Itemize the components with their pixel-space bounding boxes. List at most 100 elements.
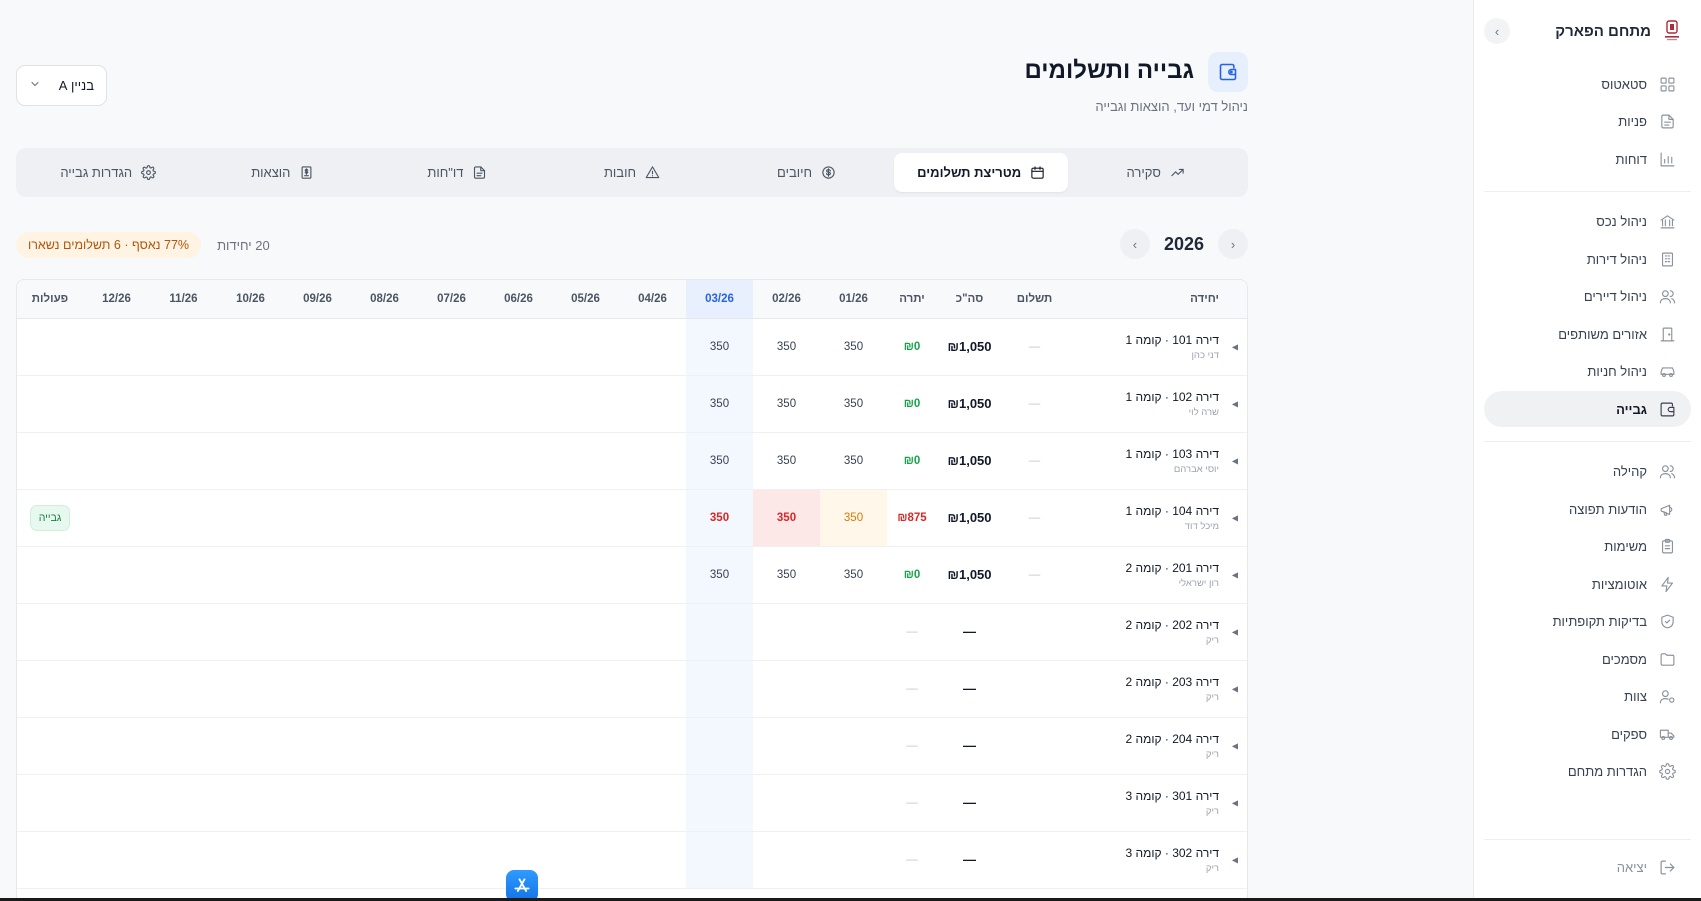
- month-cell[interactable]: 350: [753, 318, 820, 376]
- month-cell[interactable]: [686, 660, 753, 718]
- month-cell[interactable]: [217, 318, 284, 376]
- month-cell[interactable]: [150, 831, 217, 889]
- month-cell[interactable]: [820, 603, 887, 661]
- month-cell[interactable]: [83, 375, 150, 433]
- previous-year-button[interactable]: ‹: [1218, 229, 1248, 259]
- building-select[interactable]: בניין A: [16, 65, 107, 106]
- sidebar-item-clipboard[interactable]: משימות: [1484, 529, 1691, 565]
- tab-receipt[interactable]: הוצאות: [196, 153, 371, 192]
- sidebar-item-door[interactable]: אזורים משותפים: [1484, 316, 1691, 352]
- month-cell[interactable]: [351, 831, 418, 889]
- month-cell[interactable]: 350: [820, 375, 887, 433]
- sidebar-item-truck[interactable]: ספקים: [1484, 716, 1691, 752]
- month-cell[interactable]: [619, 831, 686, 889]
- expand-row-icon[interactable]: ◀: [1232, 399, 1238, 408]
- tab-gear[interactable]: הגדרות גבייה: [21, 153, 196, 192]
- month-cell[interactable]: [284, 717, 351, 775]
- tab-dollar-circle[interactable]: חיובים: [719, 153, 894, 192]
- month-cell[interactable]: [485, 660, 552, 718]
- sidebar-item-bar-chart[interactable]: דוחות: [1484, 141, 1691, 177]
- month-cell[interactable]: [619, 774, 686, 832]
- sidebar-collapse-button[interactable]: ›: [1484, 18, 1510, 44]
- month-cell[interactable]: [351, 432, 418, 490]
- table-row[interactable]: ◀ דירה 202 · קומה 2 ריק — —: [17, 603, 1247, 661]
- month-cell[interactable]: [686, 717, 753, 775]
- month-cell[interactable]: 350: [753, 375, 820, 433]
- month-cell[interactable]: [418, 831, 485, 889]
- month-cell[interactable]: [150, 318, 217, 376]
- month-cell[interactable]: [217, 660, 284, 718]
- month-cell[interactable]: [820, 774, 887, 832]
- month-cell[interactable]: [217, 717, 284, 775]
- expand-row-icon[interactable]: ◀: [1232, 798, 1238, 807]
- month-cell[interactable]: [150, 375, 217, 433]
- month-cell[interactable]: [351, 489, 418, 547]
- month-cell[interactable]: [351, 660, 418, 718]
- sidebar-item-grid[interactable]: סטאטוס: [1484, 66, 1691, 102]
- month-cell[interactable]: [284, 489, 351, 547]
- month-cell[interactable]: [619, 375, 686, 433]
- month-cell[interactable]: [485, 603, 552, 661]
- month-cell[interactable]: [619, 318, 686, 376]
- month-cell[interactable]: [150, 489, 217, 547]
- month-cell[interactable]: [351, 774, 418, 832]
- tab-warning[interactable]: חובות: [545, 153, 720, 192]
- collect-button[interactable]: גבייה: [29, 504, 71, 531]
- month-cell[interactable]: 350: [820, 432, 887, 490]
- month-cell[interactable]: [552, 489, 619, 547]
- month-cell[interactable]: [820, 717, 887, 775]
- month-cell[interactable]: 350: [753, 432, 820, 490]
- expand-row-icon[interactable]: ◀: [1232, 513, 1238, 522]
- month-cell[interactable]: [619, 660, 686, 718]
- month-cell[interactable]: [619, 546, 686, 604]
- table-row[interactable]: ◀ דירה 203 · קומה 2 ריק — —: [17, 660, 1247, 718]
- month-cell[interactable]: [83, 717, 150, 775]
- month-cell[interactable]: [284, 831, 351, 889]
- month-cell[interactable]: [753, 774, 820, 832]
- month-cell[interactable]: [552, 375, 619, 433]
- month-cell[interactable]: [552, 318, 619, 376]
- next-year-button[interactable]: ›: [1119, 229, 1150, 259]
- month-cell[interactable]: [552, 717, 619, 775]
- month-cell[interactable]: [820, 660, 887, 718]
- app-store-dock-icon[interactable]: [506, 870, 538, 901]
- sidebar-item-users[interactable]: קהילה: [1484, 454, 1691, 490]
- month-cell[interactable]: [418, 318, 485, 376]
- month-cell[interactable]: [418, 774, 485, 832]
- month-cell[interactable]: [83, 774, 150, 832]
- table-row[interactable]: ◀ דירה 302 · קומה 3 ריק — —: [17, 831, 1247, 889]
- month-cell[interactable]: [351, 318, 418, 376]
- month-cell[interactable]: [217, 546, 284, 604]
- month-cell[interactable]: [351, 717, 418, 775]
- month-cell[interactable]: [619, 717, 686, 775]
- month-cell[interactable]: [485, 318, 552, 376]
- month-cell[interactable]: [217, 831, 284, 889]
- table-row[interactable]: ◀ דירה 301 · קומה 3 ריק — —: [17, 774, 1247, 832]
- month-cell[interactable]: [150, 717, 217, 775]
- month-cell[interactable]: [150, 660, 217, 718]
- expand-row-icon[interactable]: ◀: [1232, 855, 1238, 864]
- sidebar-item-shield-check[interactable]: בדיקות תקופתיות: [1484, 604, 1691, 640]
- month-cell[interactable]: 350: [753, 489, 820, 547]
- sidebar-item-bank[interactable]: ניהול נכס: [1484, 204, 1691, 240]
- table-row[interactable]: ◀ דירה 204 · קומה 2 ריק — —: [17, 717, 1247, 775]
- month-cell[interactable]: [418, 660, 485, 718]
- sidebar-item-document[interactable]: פניות: [1484, 104, 1691, 140]
- month-cell[interactable]: [351, 603, 418, 661]
- month-cell[interactable]: 350: [820, 318, 887, 376]
- expand-row-icon[interactable]: ◀: [1232, 570, 1238, 579]
- month-cell[interactable]: [284, 603, 351, 661]
- month-cell[interactable]: [820, 831, 887, 889]
- month-cell[interactable]: [552, 603, 619, 661]
- sidebar-item-gear[interactable]: הגדרות מתחם: [1484, 754, 1691, 790]
- month-cell[interactable]: [686, 831, 753, 889]
- month-cell[interactable]: [686, 774, 753, 832]
- month-cell[interactable]: [418, 375, 485, 433]
- table-row[interactable]: ◀ דירה 201 · קומה 2 רון ישראלי — ₪1,050 ₪0 350…: [17, 546, 1247, 604]
- expand-row-icon[interactable]: ◀: [1232, 684, 1238, 693]
- month-cell[interactable]: [150, 774, 217, 832]
- sidebar-item-lightning[interactable]: אוטומציות: [1484, 566, 1691, 602]
- sidebar-item-logout[interactable]: יציאה: [1484, 850, 1691, 886]
- month-cell[interactable]: 350: [686, 489, 753, 547]
- expand-row-icon[interactable]: ◀: [1232, 456, 1238, 465]
